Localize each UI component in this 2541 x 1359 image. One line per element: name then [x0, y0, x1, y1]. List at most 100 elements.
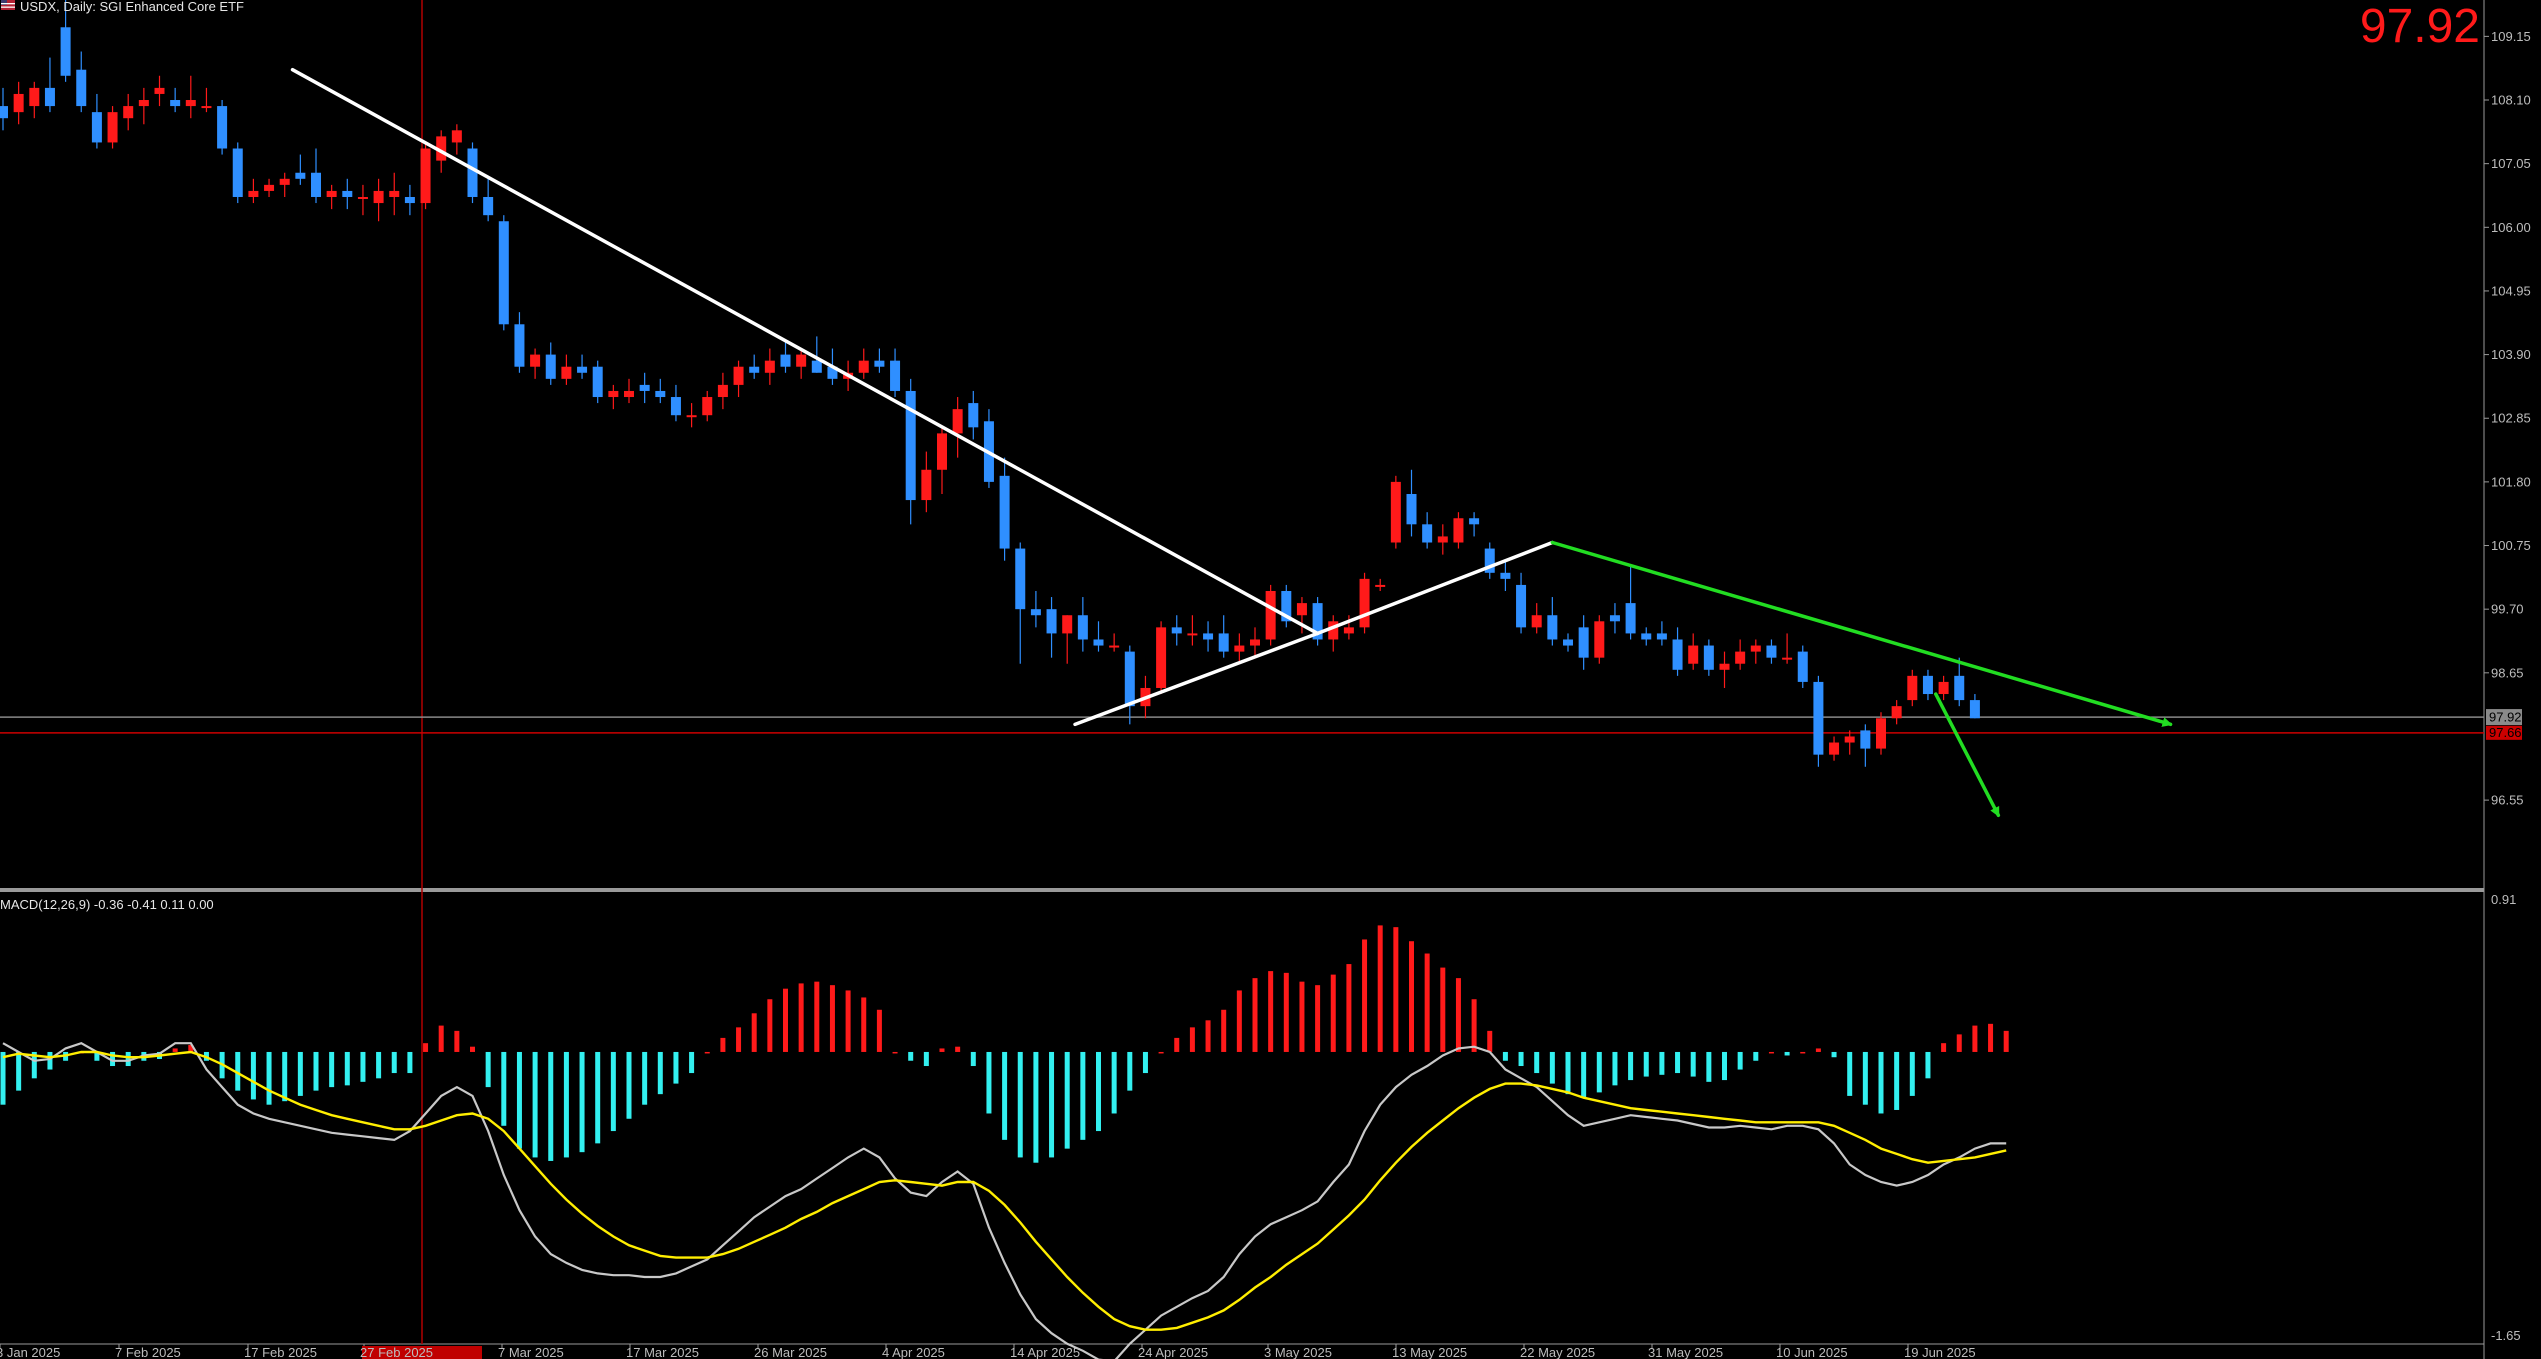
histogram-bar	[1815, 1048, 1821, 1052]
histogram-bar	[1064, 1051, 1070, 1149]
candle-body	[592, 366, 603, 398]
histogram-bar	[1565, 1051, 1571, 1095]
candle-body	[1969, 700, 1980, 719]
candle-body	[170, 100, 181, 107]
chart-title: USDX, Daily: SGI Enhanced Core ETF	[20, 0, 244, 14]
histogram-bar	[1377, 925, 1383, 1052]
time-tick-label: 22 May 2025	[1520, 1345, 1595, 1359]
histogram-bar	[16, 1051, 22, 1091]
candle-body	[326, 190, 337, 197]
histogram-bar	[1487, 1030, 1493, 1052]
histogram-bar	[1549, 1051, 1555, 1084]
candle-body	[577, 366, 588, 373]
histogram-bar	[1909, 1051, 1915, 1096]
candle-body	[467, 148, 478, 197]
candle-body	[248, 190, 259, 197]
candle-body	[530, 354, 541, 367]
price-tick-label: 104.95	[2491, 283, 2531, 298]
candle-body	[780, 354, 791, 367]
histogram-bar	[970, 1051, 976, 1067]
histogram-bar	[1283, 972, 1289, 1052]
candle-body	[1891, 706, 1902, 719]
candle-body	[1922, 675, 1933, 695]
histogram-bar	[1596, 1051, 1602, 1093]
histogram-bar	[1409, 941, 1414, 1052]
time-tick-label: 10 Jun 2025	[1776, 1345, 1848, 1359]
candle-body	[185, 100, 196, 107]
histogram-bar	[266, 1051, 272, 1105]
candle-body	[545, 354, 556, 379]
time-tick-label: 7 Feb 2025	[115, 1345, 181, 1359]
histogram-bar	[1502, 1051, 1508, 1061]
candle-body	[311, 172, 321, 197]
current-price-display: 97.92	[2360, 0, 2480, 53]
time-tick-label: 26 Mar 2025	[754, 1345, 827, 1359]
trading-chart[interactable]: 109.15 108.10 107.05 106.00 104.95 103.90 102.…	[0, 0, 2541, 1359]
candle-body	[1030, 609, 1041, 616]
candle-body	[404, 196, 415, 204]
candle-body	[1109, 645, 1120, 648]
candle-body	[561, 366, 572, 379]
candle-body	[1829, 742, 1840, 755]
candle-body	[76, 69, 87, 107]
chart-background	[0, 0, 2541, 1359]
histogram-bar	[1096, 1051, 1101, 1132]
candle-body	[1954, 675, 1965, 701]
candle-body	[1015, 548, 1026, 610]
candle-body	[999, 475, 1010, 549]
candle-body	[1594, 621, 1605, 658]
candle-body	[295, 172, 306, 179]
price-tick-label: 98.65	[2491, 665, 2524, 680]
candle-body	[1203, 633, 1214, 640]
histogram-bar	[1878, 1051, 1884, 1114]
candle-body	[937, 433, 947, 470]
reference-price-tag-label: 97.66	[2489, 725, 2522, 740]
candle-body	[60, 27, 71, 76]
histogram-bar	[376, 1051, 382, 1079]
histogram-bar	[751, 1013, 757, 1052]
histogram-bar	[626, 1051, 632, 1119]
histogram-bar	[1925, 1051, 1931, 1079]
histogram-bar	[876, 1009, 882, 1052]
time-tick-label: 19 Jun 2025	[1904, 1345, 1976, 1359]
histogram-bar	[1706, 1051, 1712, 1082]
histogram-bar	[548, 1051, 554, 1161]
histogram-bar	[1424, 953, 1430, 1052]
histogram-bar	[1862, 1051, 1868, 1105]
histogram-bar	[0, 1051, 6, 1105]
candle-body	[1938, 681, 1949, 695]
candle-body	[1375, 584, 1386, 587]
price-tick-label: 109.15	[2491, 29, 2531, 44]
candle-body	[514, 324, 525, 367]
histogram-bar	[1362, 939, 1368, 1052]
candle-body	[123, 106, 134, 119]
candle-body	[1735, 651, 1746, 664]
candle-body	[624, 390, 634, 398]
histogram-bar	[736, 1027, 742, 1052]
histogram-bar	[1675, 1051, 1681, 1074]
candle-body	[217, 106, 228, 149]
candle-body	[1124, 651, 1135, 707]
histogram-bar	[47, 1051, 53, 1070]
histogram-bar	[1455, 978, 1461, 1052]
candle-body	[1171, 627, 1182, 634]
candle-body	[1750, 645, 1761, 652]
histogram-bar	[720, 1037, 726, 1052]
candle-body	[639, 384, 650, 391]
candle-body	[1547, 615, 1558, 640]
histogram-bar	[642, 1051, 648, 1105]
price-tick-label: 106.00	[2491, 220, 2531, 235]
histogram-bar	[438, 1025, 444, 1052]
price-tick-label: 100.75	[2491, 538, 2531, 553]
histogram-bar	[1315, 985, 1321, 1052]
candle-body	[13, 93, 24, 113]
histogram-bar	[704, 1051, 710, 1054]
histogram-bar	[657, 1051, 663, 1095]
histogram-bar	[1753, 1051, 1759, 1061]
candle-body	[968, 403, 979, 428]
candle-body	[154, 87, 165, 94]
candle-body	[1907, 675, 1918, 701]
histogram-bar	[783, 988, 788, 1052]
histogram-bar	[360, 1051, 366, 1082]
candle-body	[1782, 657, 1793, 660]
